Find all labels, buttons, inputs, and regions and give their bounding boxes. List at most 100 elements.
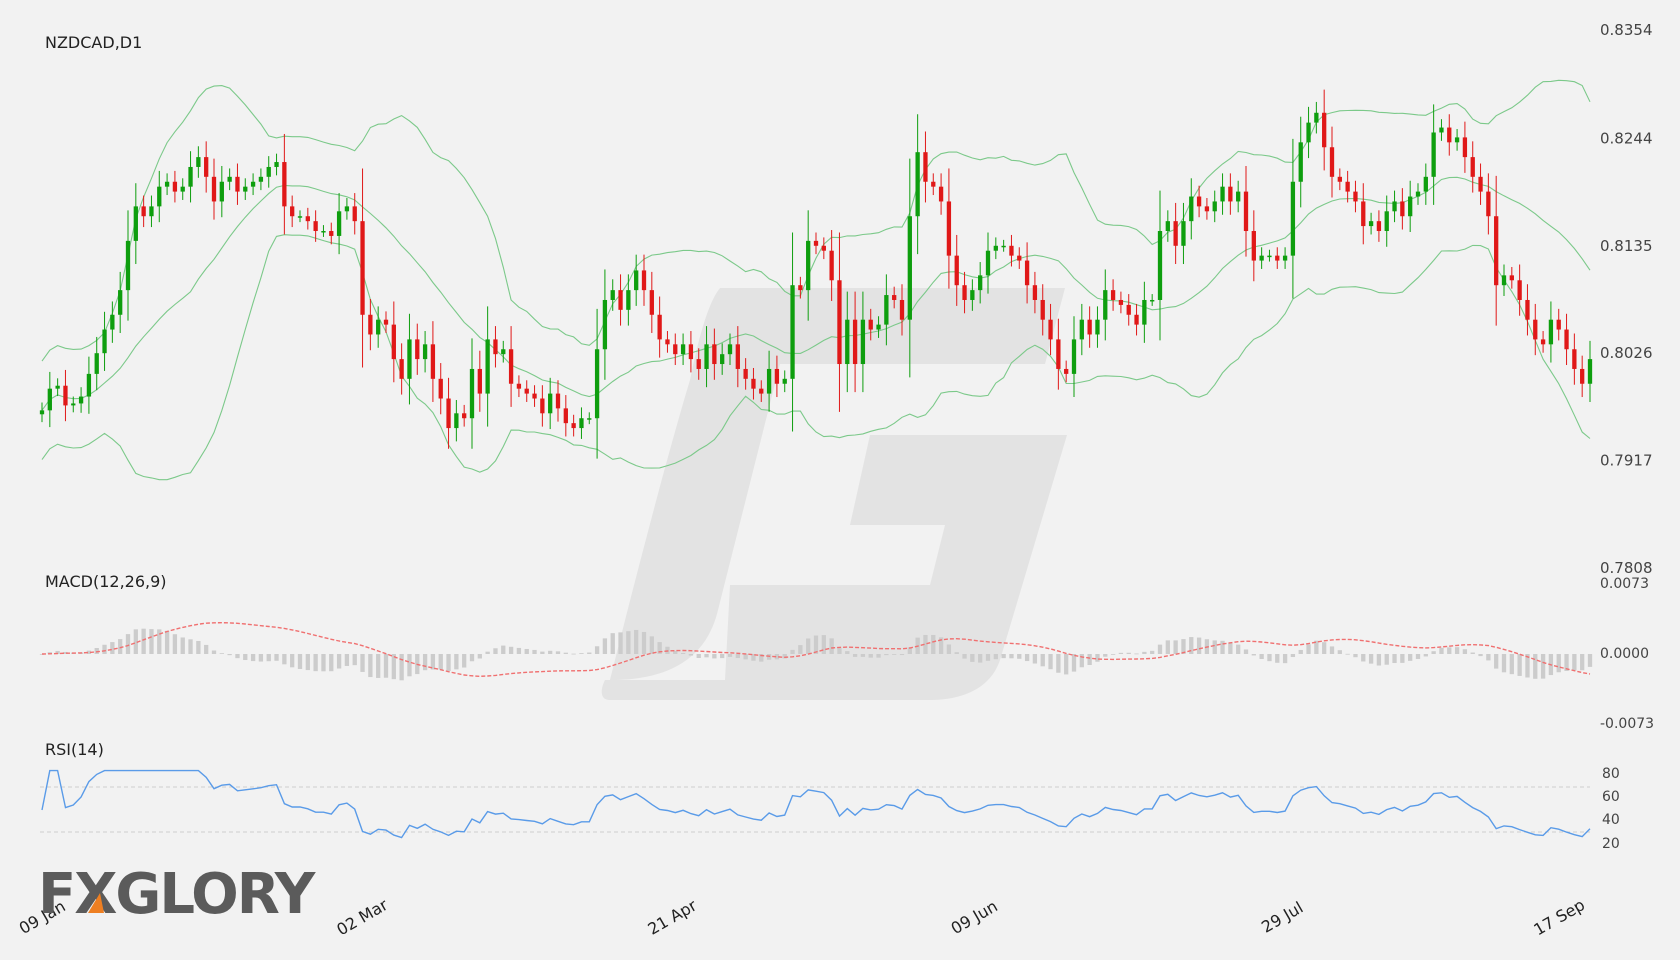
candle <box>157 170 162 223</box>
symbol-title: NZDCAD,D1 <box>45 33 142 52</box>
macd-bar <box>1212 640 1217 654</box>
candle <box>1001 239 1006 252</box>
candle <box>1306 106 1311 159</box>
macd-bar <box>454 654 459 670</box>
candle <box>1134 303 1139 336</box>
candle <box>1095 306 1100 348</box>
macd-bar <box>1470 652 1475 654</box>
macd-bar <box>1587 654 1593 667</box>
candle <box>821 237 826 260</box>
rsi-tick-20: 20 <box>1602 836 1620 852</box>
macd-bar <box>1572 654 1577 671</box>
candle <box>634 254 639 306</box>
candle <box>290 195 295 228</box>
candle <box>1298 116 1303 208</box>
candle <box>1243 165 1249 257</box>
rsi-line <box>41 769 1591 839</box>
macd-bar <box>508 646 514 654</box>
macd-bar <box>743 654 748 660</box>
macd-bar <box>376 654 381 678</box>
candle <box>688 331 694 373</box>
candle <box>1501 264 1507 297</box>
candle <box>946 168 952 289</box>
macd-bar <box>1118 652 1124 654</box>
macd-bar <box>954 652 959 654</box>
macd-bar <box>297 654 303 669</box>
macd-bar <box>1376 654 1382 666</box>
macd-bar <box>469 654 475 662</box>
candle <box>1486 173 1491 235</box>
candle <box>1251 210 1256 282</box>
macd-bar <box>250 654 256 662</box>
candle <box>250 173 256 196</box>
macd-bar <box>1001 654 1006 659</box>
macd-bar <box>540 651 545 654</box>
macd-bar <box>1384 654 1389 665</box>
macd-bar <box>1095 654 1100 662</box>
candle <box>641 254 647 306</box>
macd-bar <box>892 654 897 655</box>
macd-tick-zero: 0.0000 <box>1600 646 1649 662</box>
macd-bar <box>899 654 905 656</box>
macd-bar <box>1501 654 1507 673</box>
candle <box>1126 294 1131 326</box>
macd-bar <box>204 644 209 654</box>
macd-bar <box>634 629 639 654</box>
candle <box>516 375 522 398</box>
macd-bar <box>1087 654 1092 666</box>
price-tick-0: 0.8354 <box>1600 21 1653 39</box>
candle <box>282 133 287 235</box>
candle <box>1556 308 1561 341</box>
brand-logo: FXGLORY <box>38 862 319 927</box>
macd-bar <box>1462 649 1468 654</box>
macd-bar <box>360 654 365 672</box>
macd-bar <box>1345 653 1350 655</box>
candle <box>1173 202 1178 265</box>
candle <box>587 412 592 425</box>
macd-bar <box>1408 654 1413 661</box>
macd-bar <box>1361 654 1366 662</box>
macd-bar <box>985 654 991 661</box>
macd-bar <box>1580 654 1585 671</box>
candle <box>1157 190 1163 341</box>
candle <box>1454 129 1460 151</box>
macd-bar <box>1392 654 1397 664</box>
macd-bar <box>712 654 717 659</box>
candle <box>1189 178 1194 240</box>
macd-bar <box>1282 654 1288 664</box>
macd-bar <box>243 654 248 661</box>
macd-bar <box>1079 654 1084 668</box>
macd-bar <box>462 654 467 668</box>
candle <box>1228 173 1233 215</box>
macd-bar <box>1298 649 1303 654</box>
macd-bar <box>1040 654 1045 667</box>
macd-bar <box>594 646 600 654</box>
candle <box>1439 119 1444 141</box>
macd-bar <box>696 654 701 658</box>
candle <box>532 385 537 407</box>
macd-bar <box>1064 654 1069 675</box>
candle <box>149 195 154 228</box>
macd-bar <box>946 644 952 654</box>
macd-bar <box>602 638 608 654</box>
candle <box>1345 170 1350 203</box>
candle <box>305 207 310 230</box>
macd-bar <box>344 654 350 666</box>
macd-bar <box>305 654 310 671</box>
candle <box>1236 180 1241 213</box>
macd-bar <box>618 632 623 654</box>
candle <box>469 338 475 449</box>
macd-bar <box>978 654 983 663</box>
price-tick-2: 0.8135 <box>1600 237 1653 255</box>
candle <box>164 173 170 196</box>
macd-bar <box>1337 650 1342 654</box>
candle <box>1423 163 1428 205</box>
candle <box>1267 249 1272 262</box>
macd-bar <box>524 648 529 654</box>
macd-bar <box>806 638 811 654</box>
macd-bar <box>1150 650 1155 654</box>
macd-bar <box>274 654 279 661</box>
macd-bar <box>211 650 217 654</box>
macd-bar <box>1509 654 1514 675</box>
time-tick-1: 02 Mar <box>333 895 391 939</box>
